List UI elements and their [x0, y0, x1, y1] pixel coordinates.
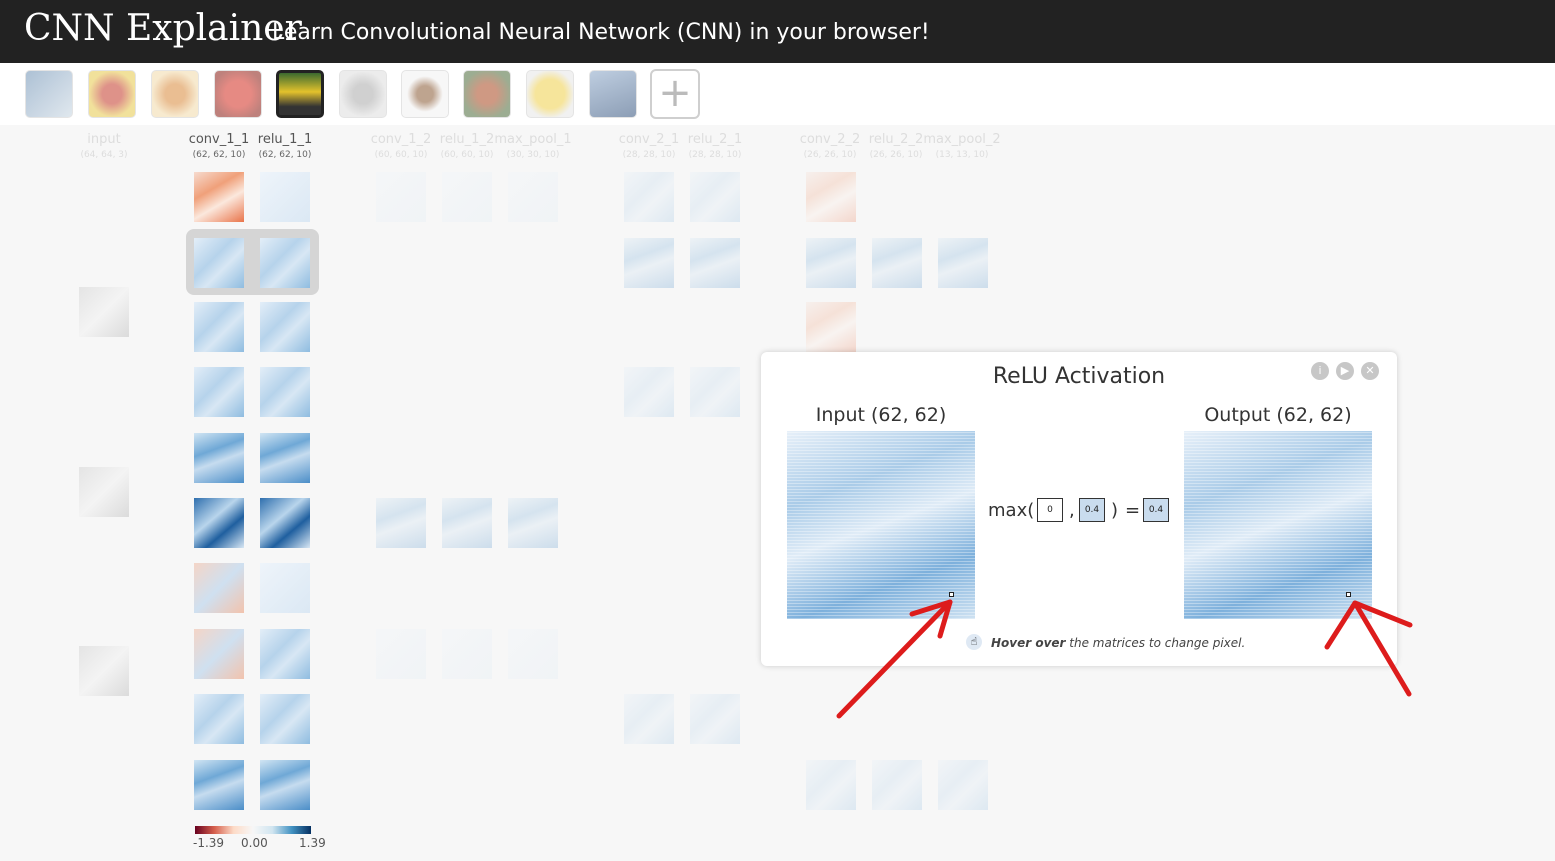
feature-map[interactable]	[194, 760, 244, 810]
app-header: CNN Explainer Learn Convolutional Neural…	[0, 0, 1555, 63]
input-matrix-label: Input (62, 62)	[815, 404, 947, 426]
feature-map[interactable]	[690, 694, 740, 744]
feature-map[interactable]	[260, 433, 310, 483]
output-value-cell: 0.4	[1143, 498, 1169, 522]
feature-map[interactable]	[194, 172, 244, 222]
layer-label-input: input	[87, 132, 121, 147]
input-matrix[interactable]	[787, 431, 975, 619]
brand-title: CNN Explainer	[24, 8, 302, 49]
header-subtitle: Learn Convolutional Neural Network (CNN)…	[272, 20, 930, 45]
hint-text: the matrices to change pixel.	[1069, 636, 1246, 650]
formula-equals: =	[1125, 500, 1141, 521]
legend-max-label: 1.39	[299, 836, 326, 850]
play-icon[interactable]: ▶	[1336, 362, 1354, 380]
layer-label-relu_1_1[interactable]: relu_1_1	[245, 132, 325, 147]
feature-map[interactable]	[508, 498, 558, 548]
thumb-koala[interactable]	[339, 70, 387, 118]
add-image-button[interactable]: +	[650, 69, 700, 119]
feature-map[interactable]	[442, 172, 492, 222]
hover-hint: Hover over the matrices to change pixel.	[991, 636, 1245, 650]
thumb-red-panda[interactable]	[463, 70, 511, 118]
feature-map[interactable]	[376, 629, 426, 679]
input-channel-b[interactable]	[79, 646, 129, 696]
feature-map[interactable]	[442, 629, 492, 679]
layer-label-max_pool_2[interactable]: max_pool_2	[922, 132, 1002, 147]
feature-map[interactable]	[376, 498, 426, 548]
output-selected-pixel	[1346, 592, 1351, 597]
input-value-cell: 0.4	[1079, 498, 1105, 522]
feature-map[interactable]	[624, 367, 674, 417]
feature-map[interactable]	[194, 433, 244, 483]
formula-max-prefix: max(	[988, 500, 1035, 521]
feature-map[interactable]	[260, 302, 310, 352]
input-selected-pixel	[949, 592, 954, 597]
layer-dim-input: (64, 64, 3)	[80, 150, 128, 160]
layer-dim-max_pool_1: (30, 30, 10)	[506, 150, 560, 160]
input-channel-g[interactable]	[79, 467, 129, 517]
close-icon[interactable]: ✕	[1361, 362, 1379, 380]
feature-map[interactable]	[806, 172, 856, 222]
feature-map[interactable]	[690, 172, 740, 222]
feature-map[interactable]	[194, 367, 244, 417]
layer-dim-relu_1_1: (62, 62, 10)	[258, 150, 312, 160]
info-icon[interactable]: i	[1311, 362, 1329, 380]
feature-map[interactable]	[260, 238, 310, 288]
feature-map[interactable]	[260, 367, 310, 417]
feature-map[interactable]	[194, 238, 244, 288]
output-matrix[interactable]	[1184, 431, 1372, 619]
input-channel-r[interactable]	[79, 287, 129, 337]
thumb-ladybug[interactable]	[88, 70, 136, 118]
thumb-school-bus[interactable]	[276, 70, 324, 118]
hand-pointer-icon: ☝	[966, 634, 982, 650]
feature-map[interactable]	[260, 563, 310, 613]
layer-label-relu_2_1[interactable]: relu_2_1	[675, 132, 755, 147]
feature-map[interactable]	[260, 172, 310, 222]
thumb-sport-car[interactable]	[589, 70, 637, 118]
feature-map[interactable]	[508, 629, 558, 679]
output-matrix-label: Output (62, 62)	[1204, 404, 1352, 426]
feature-map[interactable]	[938, 760, 988, 810]
feature-map[interactable]	[260, 760, 310, 810]
hint-bold: Hover over	[991, 636, 1066, 650]
feature-map[interactable]	[624, 238, 674, 288]
thumb-orange[interactable]	[526, 70, 574, 118]
thumb-pizza[interactable]	[151, 70, 199, 118]
layer-label-max_pool_1[interactable]: max_pool_1	[493, 132, 573, 147]
feature-map[interactable]	[806, 760, 856, 810]
relu-activation-modal: ReLU Activation i ▶ ✕ Input (62, 62) max…	[761, 352, 1397, 666]
feature-map[interactable]	[194, 302, 244, 352]
feature-map[interactable]	[806, 302, 856, 352]
feature-map[interactable]	[872, 760, 922, 810]
formula-close-paren: )	[1111, 500, 1119, 521]
legend-min-label: -1.39	[193, 836, 225, 850]
thumb-boat[interactable]	[25, 70, 73, 118]
formula-comma: ,	[1069, 500, 1075, 521]
thumb-bell-pepper[interactable]	[214, 70, 262, 118]
feature-map[interactable]	[194, 694, 244, 744]
feature-map[interactable]	[376, 172, 426, 222]
feature-map[interactable]	[194, 498, 244, 548]
feature-map[interactable]	[806, 238, 856, 288]
feature-map[interactable]	[194, 629, 244, 679]
feature-map[interactable]	[872, 238, 922, 288]
feature-map[interactable]	[690, 238, 740, 288]
feature-map[interactable]	[624, 172, 674, 222]
legend-mid-label: 0.00	[241, 836, 268, 850]
feature-map[interactable]	[624, 694, 674, 744]
thumb-espresso[interactable]	[401, 70, 449, 118]
feature-map[interactable]	[260, 498, 310, 548]
feature-map[interactable]	[508, 172, 558, 222]
modal-title: ReLU Activation	[992, 364, 1166, 389]
feature-map[interactable]	[194, 563, 244, 613]
feature-map[interactable]	[260, 629, 310, 679]
feature-map[interactable]	[938, 238, 988, 288]
feature-map[interactable]	[690, 367, 740, 417]
layer-dim-relu_2_1: (28, 28, 10)	[688, 150, 742, 160]
feature-map[interactable]	[442, 498, 492, 548]
feature-map[interactable]	[260, 694, 310, 744]
zero-value-cell: 0	[1037, 498, 1063, 522]
layer-dim-max_pool_2: (13, 13, 10)	[935, 150, 989, 160]
color-scale-legend	[195, 826, 311, 834]
